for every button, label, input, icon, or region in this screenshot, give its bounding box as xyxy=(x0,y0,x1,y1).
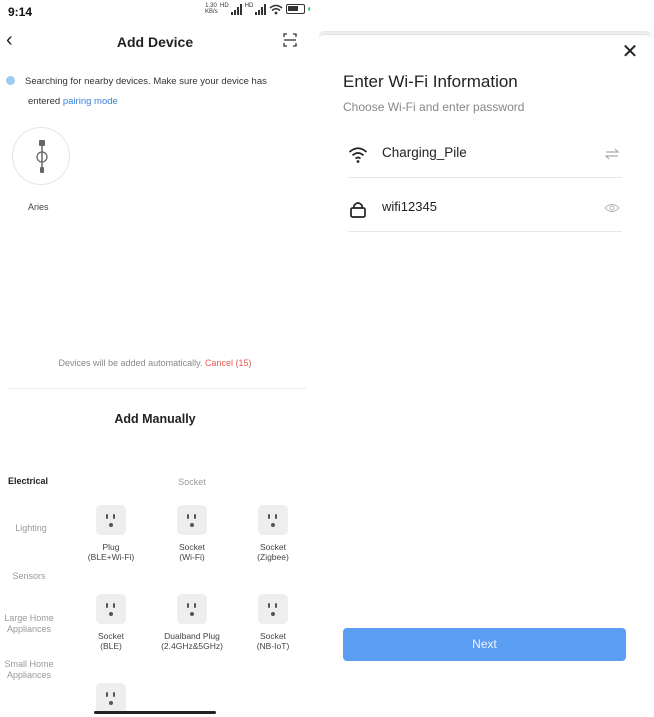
battery-icon xyxy=(286,4,306,14)
product-tile[interactable]: Socket (BLE) xyxy=(71,594,151,651)
socket-icon xyxy=(96,505,126,535)
scan-icon[interactable] xyxy=(283,33,297,47)
category-small-home-appliances[interactable]: Small Home Appliances xyxy=(0,659,60,681)
product-tile[interactable] xyxy=(71,683,151,713)
net-speed: 1.30 KB/s xyxy=(205,3,218,15)
wifi-ssid-value: Charging_Pile xyxy=(382,145,467,160)
next-button[interactable]: Next xyxy=(343,628,626,661)
divider xyxy=(8,388,306,389)
loading-spinner-icon xyxy=(6,76,15,85)
category-lighting[interactable]: Lighting xyxy=(0,523,62,534)
wifi-info-sheet: ✕ Enter Wi-Fi Information Choose Wi-Fi a… xyxy=(318,34,652,717)
search-status: Searching for nearby devices. Make sure … xyxy=(6,72,302,112)
add-device-screen: 9:14 1.30 KB/s HD HD ‹ Add Device Search… xyxy=(0,0,310,717)
wifi-sheet-subtitle: Choose Wi-Fi and enter password xyxy=(343,100,525,114)
product-tile[interactable]: Socket (Zigbee) xyxy=(233,505,310,562)
category-large-home-appliances[interactable]: Large Home Appliances xyxy=(0,613,60,635)
socket-icon xyxy=(96,683,126,713)
found-device-name: Aries xyxy=(28,202,49,212)
cancel-button[interactable]: Cancel (15) xyxy=(205,358,252,368)
wifi-status-icon xyxy=(269,4,283,14)
signal-icon xyxy=(230,3,242,15)
charging-dot xyxy=(308,7,310,11)
signal-label-2: HD xyxy=(244,3,254,9)
swap-icon[interactable] xyxy=(604,147,620,161)
wifi-icon xyxy=(348,147,368,163)
wifi-sheet-title: Enter Wi-Fi Information xyxy=(343,72,518,91)
product-tile[interactable]: Plug (BLE+Wi-Fi) xyxy=(71,505,151,562)
socket-icon xyxy=(177,505,207,535)
signal-icon-2 xyxy=(255,3,267,15)
searching-text: Searching for nearby devices. Make sure … xyxy=(25,76,267,87)
socket-icon xyxy=(177,594,207,624)
signal-label: HD xyxy=(220,3,229,9)
close-icon[interactable]: ✕ xyxy=(621,42,639,62)
eye-icon[interactable] xyxy=(604,201,620,215)
page-title: Add Device xyxy=(116,34,194,50)
auto-add-note: Devices will be added automatically. Can… xyxy=(58,358,252,368)
status-time: 9:14 xyxy=(8,5,33,19)
product-tile[interactable]: Socket (Wi-Fi) xyxy=(152,505,232,562)
wifi-password-value: wifi12345 xyxy=(382,199,437,214)
wifi-password-field[interactable]: wifi12345 xyxy=(348,186,622,232)
searching-text-2: entered xyxy=(28,96,61,107)
status-bar: 9:14 1.30 KB/s HD HD xyxy=(0,0,310,24)
wifi-ssid-field[interactable]: Charging_Pile xyxy=(348,132,622,178)
socket-icon xyxy=(258,505,288,535)
category-electrical[interactable]: Electrical xyxy=(8,476,70,487)
product-tile[interactable]: Dualband Plug (2.4GHz&5GHz) xyxy=(152,594,232,651)
product-tile[interactable]: Socket (NB-IoT) xyxy=(233,594,310,651)
category-sensors[interactable]: Sensors xyxy=(0,571,60,582)
status-icons: 1.30 KB/s HD HD xyxy=(205,3,310,15)
found-device[interactable] xyxy=(12,127,70,185)
charger-icon xyxy=(36,140,48,173)
lock-icon xyxy=(350,202,366,218)
section-title-socket: Socket xyxy=(178,477,206,487)
pairing-mode-link[interactable]: pairing mode xyxy=(63,96,118,107)
header: ‹ Add Device xyxy=(0,28,310,56)
socket-icon xyxy=(258,594,288,624)
add-manually-title: Add Manually xyxy=(114,412,196,426)
home-indicator[interactable] xyxy=(94,711,216,714)
socket-icon xyxy=(96,594,126,624)
